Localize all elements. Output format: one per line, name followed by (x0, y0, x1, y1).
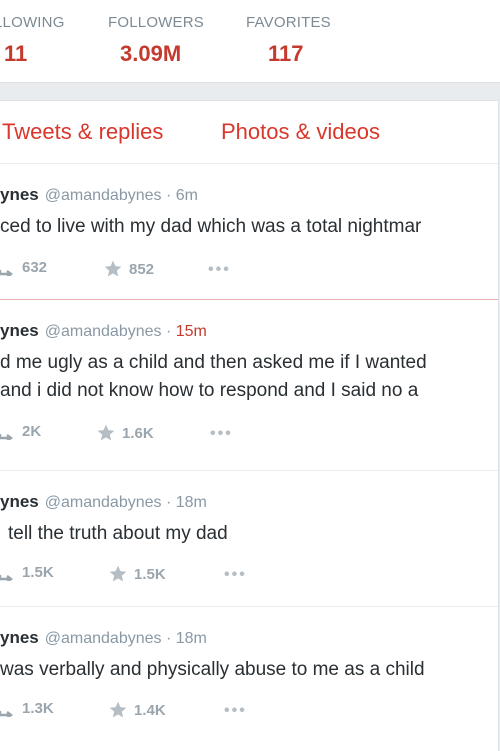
retweet-button[interactable]: 1.5K (0, 564, 54, 581)
tweet-header: ynes @amandabynes · 6m (0, 185, 198, 204)
favorite-button[interactable]: 1.6K (96, 423, 154, 443)
tweet-text-line: and i did not know how to respond and I … (0, 380, 419, 401)
tweet-item[interactable]: ynes @amandabynes · 15m d me ugly as a ch… (0, 299, 498, 471)
following-count: 11 (4, 41, 28, 66)
tweet-author-name[interactable]: ynes (0, 321, 39, 340)
tweet-item[interactable]: ynes @amandabynes · 6m ced to live with m… (0, 163, 498, 300)
favorite-count: 1.6K (122, 424, 154, 442)
tweet-text: ced to live with my dad which was a tota… (0, 213, 498, 241)
retweet-count: 2K (22, 423, 42, 440)
retweet-count: 1.3K (22, 700, 54, 717)
timeline-tabs: Tweets & replies Photos & videos (0, 101, 498, 164)
favorite-button[interactable]: 852 (103, 259, 154, 279)
tweet-author-name[interactable]: ynes (0, 628, 39, 647)
favorite-count: 1.5K (134, 565, 166, 583)
more-options-icon[interactable]: ••• (208, 261, 231, 279)
favorites-count: 117 (268, 41, 304, 66)
tweet-author-handle[interactable]: @amandabynes (45, 323, 162, 340)
tweet-header: ynes @amandabynes · 15m (0, 321, 207, 340)
tweet-text: d me ugly as a child and then asked me i… (0, 349, 498, 405)
followers-stat[interactable]: FOLLOWERS 3.09M (108, 14, 204, 67)
tweet-text: was verbally and physically abuse to me … (0, 656, 498, 684)
followers-count: 3.09M (120, 41, 182, 66)
more-options-icon[interactable]: ••• (210, 425, 233, 443)
tab-tweets-replies[interactable]: Tweets & replies (2, 119, 163, 145)
tweet-author-name[interactable]: ynes (0, 185, 39, 204)
star-icon (104, 260, 122, 277)
retweet-count: 1.5K (22, 564, 54, 581)
tweet-item[interactable]: ynes @amandabynes · 18m was verbally and … (0, 606, 498, 751)
tweet-text-line: d me ugly as a child and then asked me i… (0, 352, 427, 373)
retweet-button[interactable]: 632 (0, 259, 47, 276)
tweet-header: ynes @amandabynes · 18m (0, 492, 207, 511)
favorite-count: 852 (129, 260, 155, 278)
favorite-button[interactable]: 1.4K (108, 700, 166, 720)
retweet-button[interactable]: 2K (0, 423, 41, 440)
tweet-timestamp[interactable]: 6m (176, 187, 198, 204)
retweet-count: 632 (22, 259, 48, 276)
retweet-icon (0, 710, 13, 717)
following-stat[interactable]: LLOWING 11 (0, 14, 65, 67)
tweet-text-line: tell the truth about my dad (8, 523, 228, 544)
tweet-author-handle[interactable]: @amandabynes (45, 187, 162, 204)
tweet-text: tell the truth about my dad (8, 520, 498, 548)
tweet-text-line: was verbally and physically abuse to me … (0, 659, 425, 680)
favorites-label: FAVORITES (246, 14, 331, 31)
favorite-count: 1.4K (134, 701, 166, 719)
retweet-icon (0, 269, 13, 276)
tweet-header: ynes @amandabynes · 18m (0, 628, 207, 647)
tweet-author-handle[interactable]: @amandabynes (45, 494, 162, 511)
followers-label: FOLLOWERS (108, 14, 204, 31)
following-label: LLOWING (0, 14, 65, 31)
tweet-timestamp[interactable]: 18m (176, 630, 207, 647)
star-icon (109, 565, 127, 582)
retweet-icon (0, 574, 13, 581)
favorite-button[interactable]: 1.5K (108, 564, 166, 584)
tweet-author-handle[interactable]: @amandabynes (45, 630, 162, 647)
star-icon (109, 701, 127, 718)
tweet-timestamp[interactable]: 15m (176, 323, 207, 340)
profile-stats-bar: LLOWING 11 FOLLOWERS 3.09M FAVORITES 117 (0, 0, 500, 83)
tweet-timestamp[interactable]: 18m (176, 494, 207, 511)
tweet-text-line: ced to live with my dad which was a tota… (0, 216, 422, 237)
more-options-icon[interactable]: ••• (224, 566, 247, 584)
timeline-panel: Tweets & replies Photos & videos ynes @am… (0, 100, 499, 751)
star-icon (97, 424, 115, 441)
retweet-icon (0, 433, 13, 440)
tweet-item[interactable]: ynes @amandabynes · 18m tell the truth ab… (0, 470, 498, 607)
retweet-button[interactable]: 1.3K (0, 700, 54, 717)
favorites-stat[interactable]: FAVORITES 117 (246, 14, 331, 67)
tweet-author-name[interactable]: ynes (0, 492, 39, 511)
more-options-icon[interactable]: ••• (224, 702, 247, 720)
tab-photos-videos[interactable]: Photos & videos (221, 119, 380, 145)
